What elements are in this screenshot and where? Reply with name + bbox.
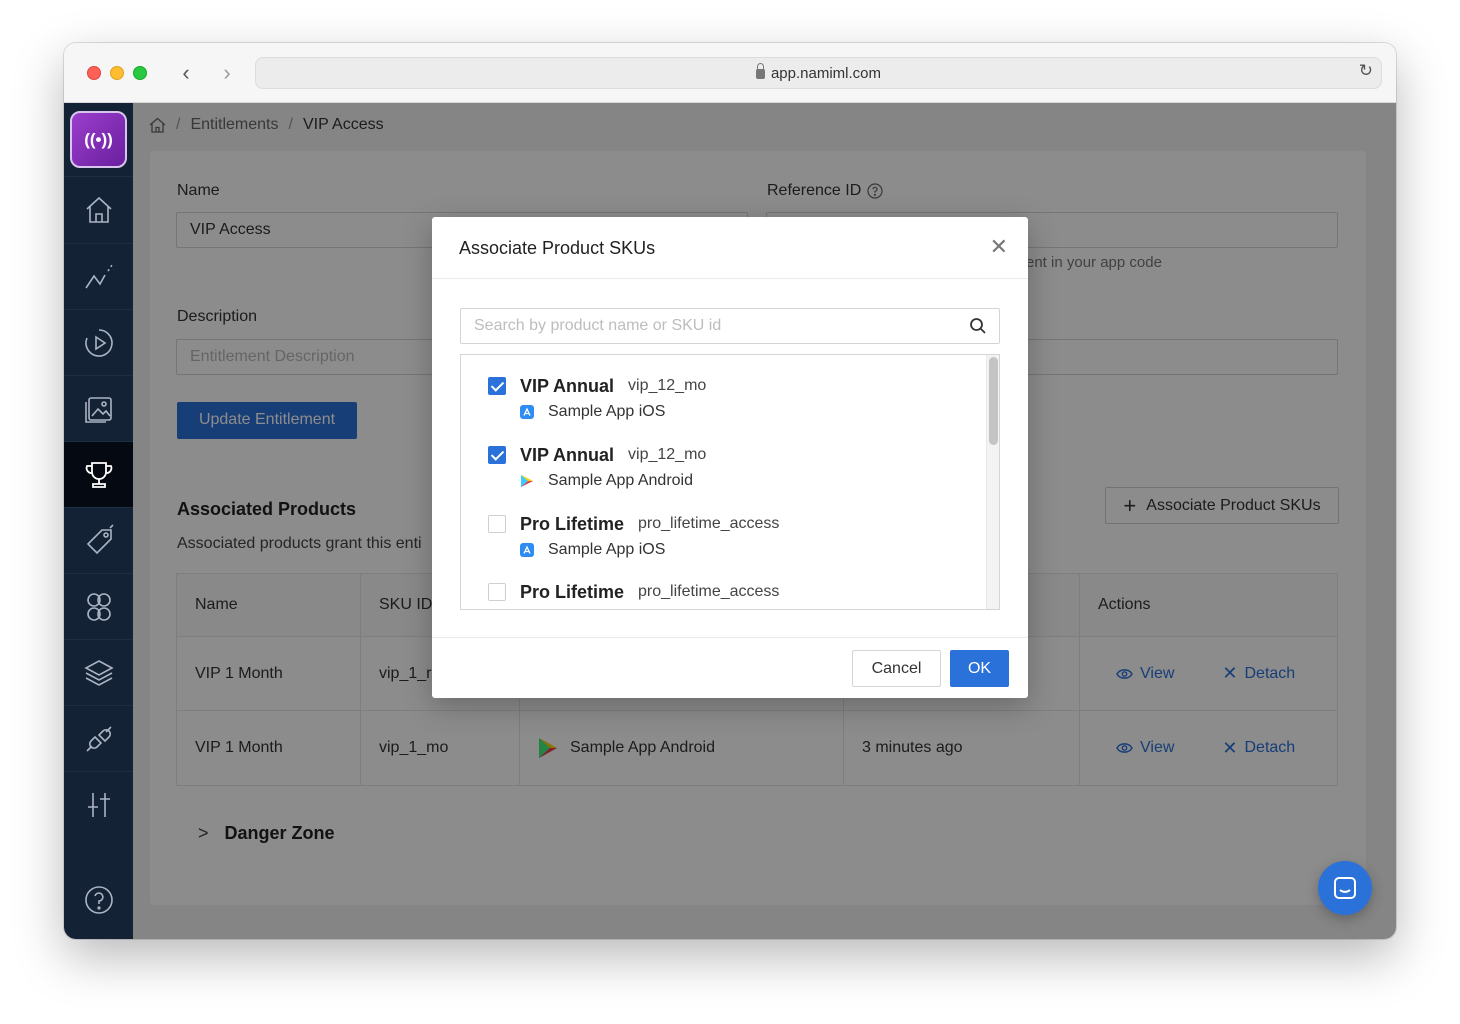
scrollbar-thumb[interactable] xyxy=(989,357,998,445)
tag-icon xyxy=(86,523,114,554)
sku-name: VIP Annual xyxy=(520,444,615,465)
list-item[interactable]: Pro Lifetime pro_lifetime_access xyxy=(488,581,968,603)
sku-id: pro_lifetime_access xyxy=(638,515,780,532)
sku-name: Pro Lifetime xyxy=(520,513,625,534)
sidebar: ((•)) xyxy=(64,103,133,939)
list-scrollbar[interactable] xyxy=(986,355,999,609)
address-bar[interactable]: app.namiml.com ↻ xyxy=(255,57,1382,89)
sidebar-item-products[interactable] xyxy=(64,507,133,573)
plug-icon xyxy=(85,725,112,752)
people-icon xyxy=(86,592,111,621)
forward-icon[interactable]: › xyxy=(215,59,239,87)
sku-checkbox[interactable] xyxy=(488,446,506,464)
sidebar-item-entitlements[interactable] xyxy=(64,441,133,507)
sidebar-item-analytics[interactable] xyxy=(64,243,133,309)
zoom-window-button[interactable] xyxy=(133,66,147,80)
cancel-button[interactable]: Cancel xyxy=(852,650,941,687)
ok-button[interactable]: OK xyxy=(950,650,1009,687)
close-icon[interactable]: ✕ xyxy=(990,236,1008,258)
layers-icon xyxy=(83,659,114,686)
sidebar-item-home[interactable] xyxy=(64,176,133,242)
sku-app: Sample App iOS xyxy=(548,541,666,558)
help-icon xyxy=(84,886,113,914)
sku-name: Pro Lifetime xyxy=(520,581,625,602)
sku-id: vip_12_mo xyxy=(628,377,707,394)
associate-skus-modal: Associate Product SKUs ✕ VIP Annual vip_… xyxy=(432,217,1028,698)
chat-launcher-button[interactable] xyxy=(1318,861,1372,915)
sku-search-box xyxy=(460,308,1000,344)
modal-title: Associate Product SKUs xyxy=(459,238,656,258)
sku-checkbox[interactable] xyxy=(488,583,506,601)
home-icon xyxy=(85,196,112,223)
list-item[interactable]: Pro Lifetime pro_lifetime_access Sample … xyxy=(488,513,968,559)
url-text: app.namiml.com xyxy=(770,65,882,82)
close-window-button[interactable] xyxy=(87,66,101,80)
sidebar-item-layers[interactable] xyxy=(64,639,133,705)
modal-header: Associate Product SKUs ✕ xyxy=(432,217,1028,279)
sku-list: VIP Annual vip_12_mo Sample App iOS VIP … xyxy=(460,354,1000,610)
chat-icon xyxy=(1334,877,1356,899)
sidebar-item-paywalls[interactable] xyxy=(64,375,133,441)
list-item[interactable]: VIP Annual vip_12_mo Sample App iOS xyxy=(488,375,968,421)
sku-app: Sample App Android xyxy=(548,472,693,489)
sku-id: pro_lifetime_access xyxy=(638,583,780,600)
sku-search-input[interactable] xyxy=(461,309,941,343)
browser-window: ‹ › app.namiml.com ↻ ((•)) / Entitlement… xyxy=(64,43,1396,939)
sku-id: vip_12_mo xyxy=(628,446,707,463)
lock-icon xyxy=(755,63,765,79)
android-play-icon xyxy=(521,475,533,487)
sidebar-item-customers[interactable] xyxy=(64,573,133,639)
main-area: / Entitlements / VIP Access Name VIP Acc… xyxy=(133,103,1396,939)
browser-titlebar: ‹ › app.namiml.com ↻ xyxy=(64,43,1396,103)
list-item[interactable]: VIP Annual vip_12_mo Sample App Android xyxy=(488,444,968,490)
sku-name: VIP Annual xyxy=(520,375,615,396)
sku-checkbox[interactable] xyxy=(488,515,506,533)
reload-icon[interactable]: ↻ xyxy=(1359,61,1373,81)
sidebar-item-settings[interactable] xyxy=(64,771,133,837)
sidebar-item-campaigns[interactable] xyxy=(64,309,133,375)
app-logo-icon[interactable]: ((•)) xyxy=(70,111,127,168)
search-icon[interactable] xyxy=(969,317,987,335)
sku-app: Sample App iOS xyxy=(548,403,666,420)
modal-footer: Cancel OK xyxy=(432,637,1028,698)
sliders-icon xyxy=(87,792,110,817)
back-icon[interactable]: ‹ xyxy=(174,59,198,87)
play-circle-icon xyxy=(84,328,113,357)
sku-checkbox[interactable] xyxy=(488,377,506,395)
minimize-window-button[interactable] xyxy=(110,66,124,80)
trophy-icon xyxy=(85,461,112,488)
sidebar-item-help[interactable] xyxy=(64,867,133,933)
sidebar-item-integrations[interactable] xyxy=(64,705,133,771)
ios-app-icon xyxy=(520,405,534,419)
analytics-icon xyxy=(84,264,113,288)
ios-app-icon xyxy=(520,543,534,557)
image-gallery-icon xyxy=(84,396,112,423)
